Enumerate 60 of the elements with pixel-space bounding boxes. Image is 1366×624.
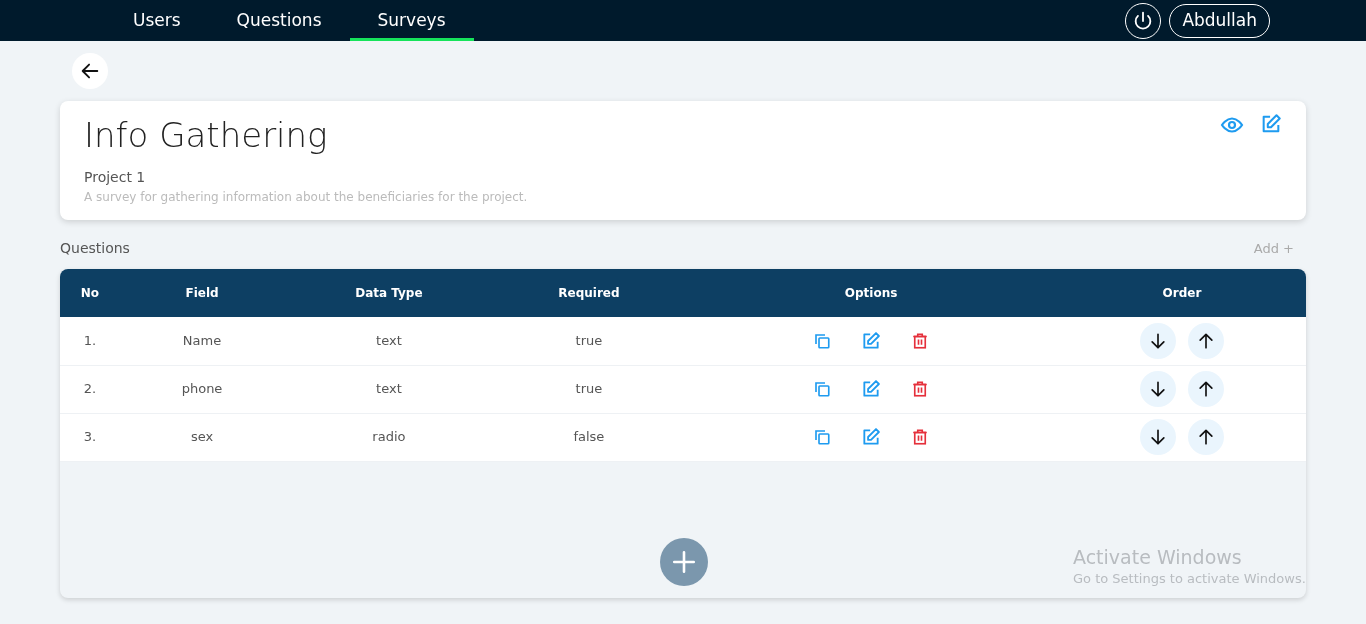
nav-tab[interactable]: Users — [105, 0, 209, 41]
up-arrow-icon — [1196, 379, 1216, 399]
nav-tab[interactable]: Surveys — [349, 0, 474, 41]
back-button[interactable] — [72, 53, 108, 89]
edit-button[interactable] — [861, 379, 882, 399]
duplicate-button[interactable] — [813, 428, 832, 446]
edit-button[interactable] — [861, 427, 882, 447]
edit-button[interactable] — [1260, 113, 1282, 135]
edit-button[interactable] — [861, 330, 882, 351]
duplicate-button[interactable] — [813, 331, 832, 350]
activation-notice-text: Go to Settings to activate Windows. — [1073, 569, 1306, 588]
delete-button[interactable] — [911, 428, 930, 446]
table-cell: false — [573, 429, 605, 445]
down-arrow-icon — [1148, 379, 1168, 399]
edit-icon — [861, 427, 882, 447]
table-cell: 3. — [83, 429, 97, 445]
add-button[interactable] — [660, 538, 708, 586]
table-cell: phone — [181, 381, 223, 397]
up-arrow-icon — [1196, 427, 1216, 447]
move-up-button[interactable] — [1188, 419, 1224, 455]
edit-icon — [861, 330, 882, 351]
duplicate-button[interactable] — [813, 380, 832, 398]
project-name: Project 1 — [84, 168, 147, 188]
delete-button[interactable] — [911, 380, 930, 398]
move-up-button[interactable] — [1188, 322, 1224, 359]
move-down-button[interactable] — [1140, 322, 1176, 359]
copy-icon — [813, 331, 832, 350]
table-cell: radio — [372, 429, 406, 445]
table-cell: text — [376, 381, 402, 397]
trash-icon — [911, 428, 930, 446]
column-header: Field — [185, 286, 219, 300]
survey-description: A survey for gathering information about the beneficiaries for the project. — [84, 189, 529, 207]
edit-icon — [1260, 113, 1282, 135]
edit-icon — [861, 379, 882, 399]
table-cell: 1. — [83, 333, 97, 348]
down-arrow-icon — [1148, 427, 1168, 447]
trash-icon — [911, 331, 930, 350]
table-cell: true — [575, 381, 603, 397]
move-up-button[interactable] — [1188, 371, 1224, 407]
trash-icon — [911, 380, 930, 398]
delete-button[interactable] — [911, 331, 930, 350]
nav-tab[interactable]: Questions — [208, 0, 350, 41]
move-down-button[interactable] — [1140, 419, 1176, 455]
table-cell: sex — [190, 429, 214, 445]
move-down-button[interactable] — [1140, 371, 1176, 407]
column-header: Order — [1162, 286, 1202, 300]
section-heading: Questions — [60, 239, 130, 258]
copy-icon — [813, 380, 832, 398]
survey-title: Info Gathering — [84, 114, 329, 157]
column-header: Options — [844, 286, 898, 300]
activation-notice-title: Activate Windows — [1073, 546, 1243, 569]
column-header: No — [80, 286, 100, 300]
column-header: Data Type — [355, 286, 423, 300]
table-cell: Name — [182, 333, 222, 348]
column-header: Required — [558, 286, 620, 300]
table-cell: true — [575, 333, 603, 348]
copy-icon — [813, 428, 832, 446]
plus-icon — [671, 549, 697, 575]
table-cell: text — [376, 333, 402, 348]
table-cell: 2. — [83, 381, 97, 397]
